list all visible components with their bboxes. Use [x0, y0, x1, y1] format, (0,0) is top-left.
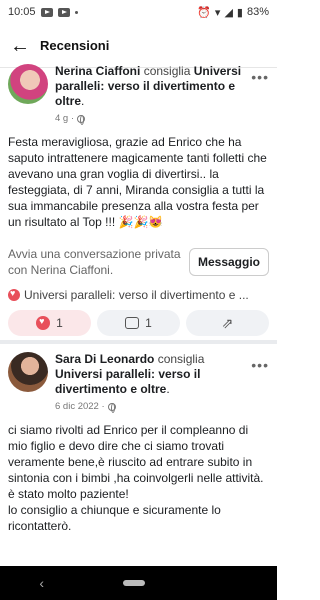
recommend-heart-icon: [8, 288, 20, 301]
signal-icon: ◢: [224, 6, 233, 19]
share-icon: ⇗: [221, 314, 234, 331]
status-time: 10:05: [8, 6, 36, 18]
globe-icon: [77, 114, 86, 125]
review-date: 4 g ·: [55, 113, 75, 124]
system-nav-bar: ‹: [0, 566, 277, 600]
review-text: ci siamo rivolti ad Enrico per il comple…: [8, 423, 264, 533]
recommends-label: consiglia: [157, 352, 205, 366]
status-bar: 10:05 ⏰ ▾ ◢ ▮ 83%: [0, 0, 277, 24]
heart-icon: [36, 316, 51, 330]
more-options-icon[interactable]: •••: [251, 70, 269, 84]
recommendation-page-text: Universi paralleli: verso il divertiment…: [24, 288, 249, 302]
comment-count: 1: [145, 316, 152, 330]
page-title: Recensioni: [40, 38, 110, 53]
period: .: [81, 94, 85, 108]
reviewer-name[interactable]: Sara Di Leonardo: [55, 352, 154, 366]
period: .: [166, 382, 170, 396]
notification-dot-icon: [74, 10, 78, 14]
action-bar: 1 1 ⇗: [8, 310, 269, 336]
comment-button[interactable]: 1: [97, 310, 180, 336]
message-prompt-box: Avvia una conversazione privata con Neri…: [8, 238, 269, 286]
avatar[interactable]: [8, 64, 48, 104]
alarm-icon: ⏰: [197, 6, 211, 19]
message-prompt-text: Avvia una conversazione privata con Neri…: [8, 247, 181, 277]
page-link[interactable]: Universi paralleli: verso il divertiment…: [55, 367, 200, 396]
reviewer-name[interactable]: Nerina Ciaffoni: [55, 64, 140, 78]
battery-level: 83%: [246, 6, 269, 18]
like-button[interactable]: 1: [8, 310, 91, 336]
recommendation-line[interactable]: Universi paralleli: verso il divertiment…: [8, 288, 269, 302]
review-card: Nerina Ciaffoni consiglia Universi paral…: [0, 62, 277, 336]
globe-icon: [107, 402, 116, 413]
youtube-icon: [40, 7, 53, 17]
review-card: Sara Di Leonardo consiglia Universi para…: [0, 344, 277, 534]
message-button[interactable]: Messaggio: [188, 248, 269, 276]
review-text: Festa meravigliosa, grazie ad Enrico che…: [8, 135, 267, 229]
youtube-icon: [57, 7, 70, 17]
nav-back-icon[interactable]: ‹: [39, 575, 44, 591]
recommends-label: consiglia: [143, 64, 191, 78]
battery-icon: ▮: [236, 6, 243, 19]
wifi-icon: ▾: [214, 6, 221, 19]
comment-icon: [125, 317, 140, 329]
nav-home-pill[interactable]: [122, 580, 145, 586]
back-arrow-icon[interactable]: ←: [10, 36, 34, 56]
more-options-icon[interactable]: •••: [251, 358, 269, 372]
avatar[interactable]: [8, 352, 48, 392]
review-date: 6 dic 2022 ·: [55, 401, 105, 412]
share-button[interactable]: ⇗: [186, 310, 269, 336]
like-count: 1: [56, 316, 63, 330]
